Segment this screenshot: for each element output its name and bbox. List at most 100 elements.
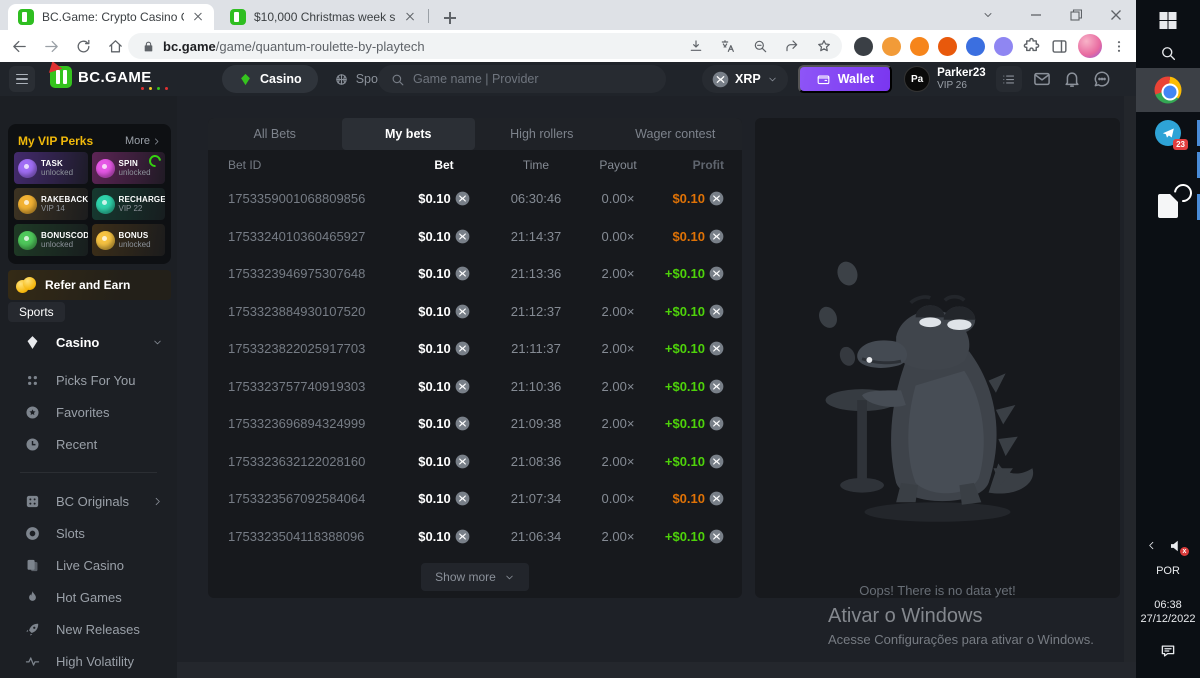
hamburger-menu-icon[interactable] [9,66,35,92]
sidebar-item-picks-for-you[interactable]: Picks For You [0,364,177,396]
bet-table-row[interactable]: 1753323757740919303 $0.10 21:10:36 2.00×… [208,368,742,406]
user-profile[interactable]: Pa Parker23 VIP 26 [904,66,986,92]
tab-close-icon[interactable] [402,9,418,25]
perk-card-bonus[interactable]: BONUSunlocked [92,224,166,256]
share-icon[interactable] [784,38,800,54]
bet-time: 21:10:36 [492,379,580,394]
reload-icon[interactable] [70,33,96,59]
sidebar-item-new-releases[interactable]: New Releases [0,613,177,645]
sidebar-item-bc-originals[interactable]: BC Originals [0,485,177,517]
flame-extension-icon[interactable] [938,37,957,56]
taskbar-time: 06:38 [1136,599,1200,613]
windows-start-button[interactable] [1160,12,1177,29]
refer-and-earn-banner[interactable]: Refer and Earn [8,270,171,300]
tab-close-icon[interactable] [190,9,206,25]
wallet-button[interactable]: Wallet [798,65,892,93]
language-indicator[interactable]: POR [1136,565,1200,577]
bet-table-row[interactable]: 1753324010360465927 $0.10 21:14:37 0.00×… [208,218,742,256]
site-logo[interactable]: BC.GAME [50,66,152,88]
sidebar-item-high-volatility[interactable]: High Volatility [0,645,177,677]
tab-search-icon[interactable] [970,0,1006,30]
puzzle-extensions-icon[interactable] [1022,37,1041,56]
xrp-coin-icon [709,491,724,506]
speaker-muted-icon[interactable]: x [1168,537,1186,555]
xrp-coin-icon [709,229,724,244]
bet-list-button[interactable] [996,66,1022,92]
browser-menu-icon[interactable] [1111,37,1127,56]
taskbar-notepad-icon[interactable] [1158,194,1178,218]
perk-card-bonuscode[interactable]: BONUSCODEunlocked [14,224,88,256]
vip-perks-more-link[interactable]: More [125,135,161,147]
sidebar-item-recent[interactable]: Recent [0,428,177,460]
back-icon[interactable] [6,33,32,59]
perk-card-rakeback[interactable]: RAKEBACKVIP 14 [14,188,88,220]
browser-tab-1[interactable]: BC.Game: Crypto Casino Games [8,4,214,30]
bet-table-row[interactable]: 1753359001068809856 $0.10 06:30:46 0.00×… [208,180,742,218]
sidebar-item-slots[interactable]: Slots [0,517,177,549]
page-footer-strip [177,662,1136,678]
perk-card-recharge[interactable]: RECHARGEVIP 22 [92,188,166,220]
minimize-button[interactable] [1016,0,1056,30]
taskbar-search-icon[interactable] [1159,44,1177,62]
perk-card-spin[interactable]: SPINunlocked [92,152,166,184]
xrp-coin-icon [455,491,470,506]
side-panel-icon[interactable] [1050,37,1069,56]
password-manager-extension-icon[interactable] [854,37,873,56]
taskbar-chrome-active[interactable] [1136,68,1200,112]
home-icon[interactable] [102,33,128,59]
bet-table-row[interactable]: 1753323632122028160 $0.10 21:08:36 2.00×… [208,443,742,481]
paper-plane-extension-icon[interactable] [994,37,1013,56]
bet-time: 21:07:34 [492,491,580,506]
game-search-input[interactable] [413,72,654,86]
bet-table-header: Bet ID Bet Time Payout Profit [208,150,742,180]
sidebar-item-casino[interactable]: Casino [0,326,177,358]
bet-table-row[interactable]: 1753323567092584064 $0.10 21:07:34 0.00×… [208,480,742,518]
bet-tab-all-bets[interactable]: All Bets [208,118,342,150]
mail-icon[interactable] [1032,69,1052,89]
shield-extension-icon[interactable] [966,37,985,56]
task-icon [18,159,37,178]
bookmark-star-icon[interactable] [816,38,832,54]
zoom-out-icon[interactable] [752,38,768,54]
bet-table-row[interactable]: 1753323504118388096 $0.10 21:06:34 2.00×… [208,518,742,556]
chat-icon[interactable] [1092,69,1112,89]
show-more-button[interactable]: Show more [421,563,529,591]
metamask-extension-icon[interactable] [910,37,929,56]
restore-button[interactable] [1056,0,1096,30]
perk-card-task[interactable]: TASKunlocked [14,152,88,184]
sidebar-item-live-casino[interactable]: Live Casino [0,549,177,581]
xrp-coin-icon [709,304,724,319]
browser-profile-avatar[interactable] [1078,34,1102,58]
sidebar-item-hot-games[interactable]: Hot Games [0,581,177,613]
action-center-icon[interactable] [1159,642,1177,660]
translate-icon[interactable] [720,38,736,54]
game-search[interactable] [378,65,666,93]
currency-selector[interactable]: XRP [702,65,788,93]
sidebar-item-favorites[interactable]: Favorites [0,396,177,428]
bet-history-panel: All BetsMy betsHigh rollersWager contest… [208,118,742,598]
browser-tab-2[interactable]: $10,000 Christmas week special [220,4,426,30]
bet-tab-my-bets[interactable]: My bets [342,118,476,150]
address-bar[interactable]: bc.game/game/quantum-roulette-by-playtec… [128,33,842,59]
taskbar-clock[interactable]: 06:38 27/12/2022 [1136,599,1200,627]
bet-table-row[interactable]: 1753323696894324999 $0.10 21:09:38 2.00×… [208,405,742,443]
taskbar-telegram-icon[interactable]: 23 [1155,120,1181,146]
close-window-button[interactable] [1096,0,1136,30]
bet-table-row[interactable]: 1753323822025917703 $0.10 21:11:37 2.00×… [208,330,742,368]
bell-icon[interactable] [1062,69,1082,89]
bet-profit: $0.10 [672,491,705,506]
bcgame-logo-icon [50,66,72,88]
nav-casino-button[interactable]: Casino [222,65,318,93]
download-icon[interactable] [688,38,704,54]
profile-check-extension-icon[interactable] [882,37,901,56]
show-hidden-icons-chevron[interactable] [1146,540,1157,551]
bet-table-row[interactable]: 1753323884930107520 $0.10 21:12:37 2.00×… [208,293,742,331]
recharge-icon [96,195,115,214]
bet-tab-high-rollers[interactable]: High rollers [475,118,609,150]
xrp-coin-icon [709,191,724,206]
forward-icon[interactable] [38,33,64,59]
bet-tab-wager-contest[interactable]: Wager contest [609,118,743,150]
new-tab-button[interactable] [438,6,462,30]
bet-table-row[interactable]: 1753323946975307648 $0.10 21:13:36 2.00×… [208,255,742,293]
page-scrollbar[interactable] [1124,96,1136,678]
